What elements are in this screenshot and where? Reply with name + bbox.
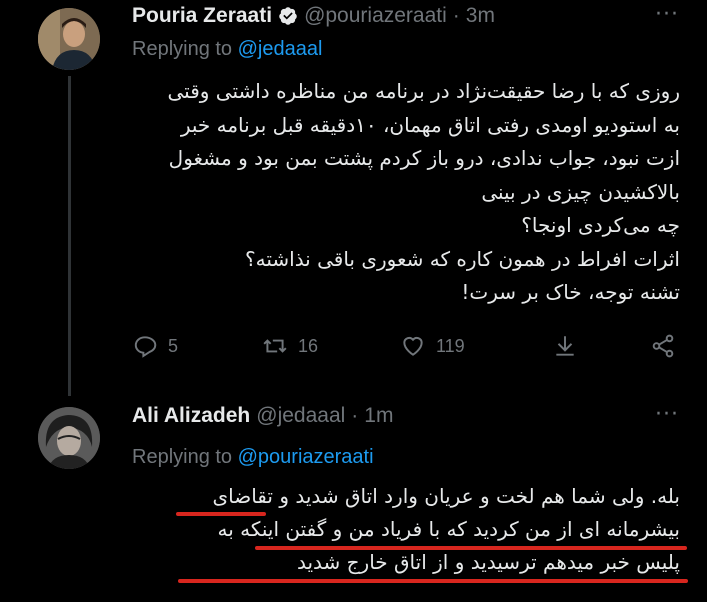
tweet-header: Ali Alizadeh @jedaaal · 1m [132,404,393,428]
author-handle[interactable]: @pouriazeraati [304,4,447,28]
tweet-line: تشنه توجه، خاک بر سرت! [461,280,680,304]
highlight-underline [176,512,266,516]
tweet-line: به استودیو اومدی رفتی اتاق مهمان، ۱۰دقیق… [180,112,680,137]
replying-to: Replying to @pouriazeraati [132,446,374,469]
tweet-line: بیشرمانه ای از من کردید که با فریاد من و… [217,517,680,541]
avatar-photo-icon [38,8,100,70]
avatar-photo-icon [38,407,100,469]
more-options-icon[interactable]: ··· [655,402,679,427]
replying-to-mention[interactable]: @jedaaal [238,38,323,60]
separator-dot: · [452,4,460,27]
separator-dot: · [351,404,359,427]
reply-icon [134,336,157,358]
verified-badge-icon [279,7,297,25]
retweet-icon [263,339,287,353]
replying-to: Replying to @jedaaal [132,38,322,61]
retweet-count: 16 [298,335,319,356]
tweet-line: بله. ولی شما هم لخت و عریان وارد اتاق شد… [212,484,680,508]
author-handle[interactable]: @jedaaal [256,404,345,428]
reply-count: 5 [168,335,179,356]
tweet-line: روزی که با رضا حقیقت‌نژاد در برنامه من م… [167,79,681,103]
like-button[interactable]: 119 [400,333,465,359]
timestamp[interactable]: 1m [364,404,393,428]
tweet-line: اثرات افراط در همون کاره که شعوری باقی ن… [245,246,680,271]
download-button[interactable] [552,333,578,359]
tweet-header: Pouria Zeraati @pouriazeraati · 3m [132,4,495,28]
heart-icon [403,336,423,356]
author-name[interactable]: Ali Alizadeh [132,404,250,428]
share-icon [652,334,674,358]
tweet-reply[interactable]: Ali Alizadeh @jedaaal · 1m ··· Replying … [0,400,707,602]
retweet-button[interactable]: 16 [262,333,318,359]
avatar[interactable] [38,8,100,70]
tweet-line: ازت نبود، جواب ندادی، درو باز کردم پشتت … [168,146,680,170]
more-options-icon[interactable]: ··· [655,2,679,27]
timestamp[interactable]: 3m [466,4,495,28]
tweet-line: پلیس خبر میدهم ترسیدید و از اتاق خارج شد… [296,550,680,574]
thread-connector-line [68,76,71,396]
replying-to-mention[interactable]: @pouriazeraati [238,446,374,468]
tweet-line: چه می‌کردی اونجا؟ [521,213,680,237]
like-count: 119 [436,335,465,356]
tweet-line: بالاکشیدن چیزی در بینی [481,179,680,204]
author-name[interactable]: Pouria Zeraati [132,4,272,28]
tweet-original[interactable]: Pouria Zeraati @pouriazeraati · 3m ··· R… [0,0,707,400]
tweet-text: بله. ولی شما هم لخت و عریان وارد اتاق شد… [132,480,680,579]
tweet-text: روزی که با رضا حقیقت‌نژاد در برنامه من م… [132,75,681,310]
highlight-underline [255,546,687,550]
highlight-underline [178,579,688,583]
share-button[interactable] [650,333,676,359]
replying-to-label: Replying to [132,446,238,468]
download-icon [556,336,574,356]
reply-button[interactable]: 5 [132,333,178,359]
avatar[interactable] [38,407,100,469]
tweet-actions: 5 16 119 [132,333,692,367]
replying-to-label: Replying to [132,38,238,60]
